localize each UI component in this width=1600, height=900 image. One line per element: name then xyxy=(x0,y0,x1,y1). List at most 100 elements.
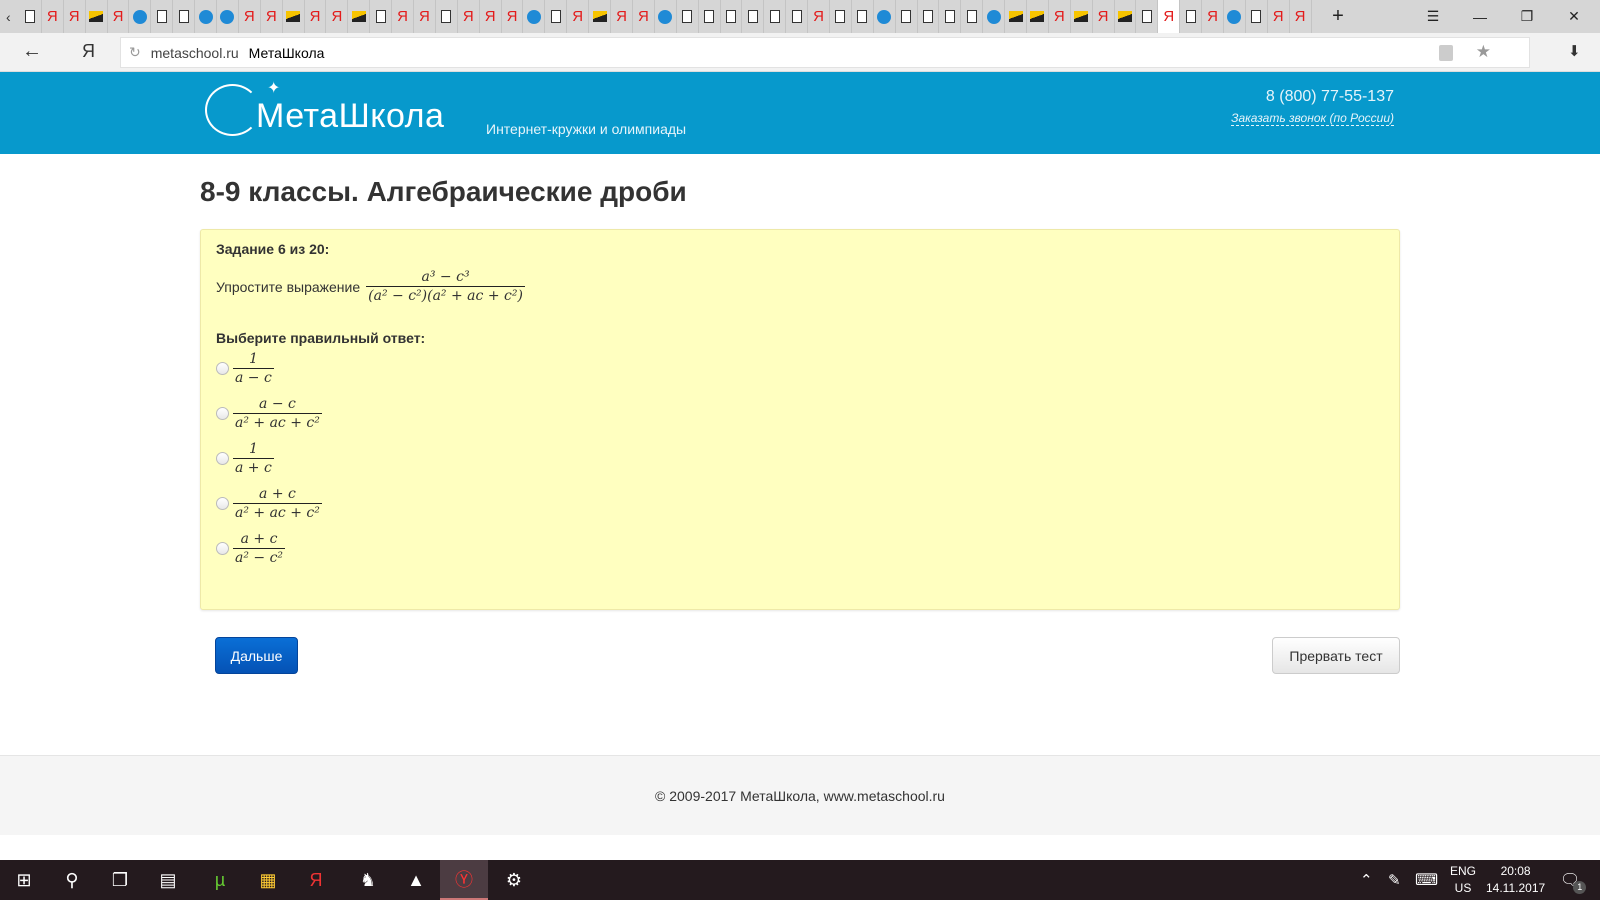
browser-tab[interactable]: Я xyxy=(392,0,415,33)
start-button-windows-icon[interactable]: ⊞ xyxy=(0,860,48,900)
browser-tab[interactable]: Я xyxy=(64,0,86,33)
browser-tab[interactable]: Я xyxy=(261,0,283,33)
language-indicator[interactable]: ENG US xyxy=(1450,860,1476,900)
browser-tab[interactable] xyxy=(86,0,108,33)
browser-tab[interactable] xyxy=(677,0,699,33)
browser-tab[interactable]: Я xyxy=(239,0,261,33)
clock[interactable]: 20:08 14.11.2017 xyxy=(1486,860,1545,900)
browser-tab[interactable]: Я xyxy=(1290,0,1312,33)
browser-tab[interactable] xyxy=(852,0,874,33)
callback-link[interactable]: Заказать звонок (по России) xyxy=(1231,111,1394,126)
site-logo[interactable]: ✦ МетаШкола xyxy=(205,80,444,136)
browser-tab[interactable]: Я xyxy=(1093,0,1115,33)
browser-tab[interactable] xyxy=(173,0,196,33)
browser-tab[interactable] xyxy=(939,0,962,33)
browser-tab[interactable] xyxy=(918,0,940,33)
browser-tab[interactable] xyxy=(830,0,852,33)
radio-button[interactable] xyxy=(216,497,229,510)
browser-tab[interactable] xyxy=(721,0,743,33)
keyboard-icon[interactable]: ⌨ xyxy=(1415,860,1438,900)
store-icon[interactable]: ▦ xyxy=(244,860,292,900)
browser-tab[interactable] xyxy=(742,0,765,33)
app-icon-mascot[interactable]: ♞ xyxy=(344,860,392,900)
browser-tab[interactable] xyxy=(217,0,239,33)
browser-tab[interactable] xyxy=(129,0,152,33)
url-field[interactable]: ↻ metaschool.ru МетаШкола ★ xyxy=(120,37,1530,68)
browser-tab[interactable]: Я xyxy=(108,0,130,33)
browser-tab[interactable] xyxy=(1224,0,1246,33)
download-icon[interactable]: ⬇ xyxy=(1568,42,1581,60)
task-view-icon[interactable]: ❐ xyxy=(96,860,144,900)
pen-icon[interactable]: ✎ xyxy=(1388,860,1401,900)
browser-tab[interactable] xyxy=(1180,0,1203,33)
browser-tab[interactable]: Я xyxy=(1158,0,1181,33)
browser-tab[interactable] xyxy=(545,0,568,33)
browser-tab[interactable] xyxy=(1136,0,1159,33)
back-button[interactable]: ← xyxy=(22,40,42,63)
browser-tab[interactable] xyxy=(589,0,612,33)
browser-tab[interactable] xyxy=(348,0,371,33)
radio-button[interactable] xyxy=(216,407,229,420)
utorrent-icon[interactable]: µ xyxy=(196,860,244,900)
search-icon[interactable]: ⚲ xyxy=(48,860,96,900)
browser-tab[interactable] xyxy=(874,0,896,33)
browser-tab[interactable]: Я xyxy=(458,0,480,33)
browser-tab[interactable]: Я xyxy=(1268,0,1290,33)
browser-tab[interactable]: Я xyxy=(1049,0,1071,33)
browser-tab[interactable] xyxy=(1246,0,1268,33)
close-button[interactable]: ✕ xyxy=(1551,0,1597,33)
browser-tab[interactable] xyxy=(655,0,677,33)
browser-tab[interactable]: Я xyxy=(502,0,524,33)
next-button[interactable]: Дальше xyxy=(215,637,298,674)
browser-tab[interactable] xyxy=(370,0,393,33)
browser-tab[interactable] xyxy=(764,0,787,33)
browser-tab[interactable] xyxy=(786,0,809,33)
browser-tab[interactable] xyxy=(1005,0,1027,33)
app-icon-editor[interactable]: ▤ xyxy=(144,860,192,900)
notifications-icon[interactable]: 🗨 1 xyxy=(1560,860,1587,900)
browser-tab[interactable] xyxy=(983,0,1006,33)
browser-tab[interactable]: Я xyxy=(633,0,655,33)
new-tab-button[interactable]: + xyxy=(1315,0,1361,33)
radio-button[interactable] xyxy=(216,452,229,465)
radio-button[interactable] xyxy=(216,542,229,555)
lock-icon[interactable] xyxy=(1439,45,1453,61)
browser-tab[interactable] xyxy=(699,0,721,33)
minimize-button[interactable]: — xyxy=(1457,0,1503,33)
browser-tab[interactable] xyxy=(151,0,174,33)
browser-tab[interactable]: Я xyxy=(305,0,327,33)
browser-tab[interactable] xyxy=(195,0,218,33)
browser-tab[interactable] xyxy=(1115,0,1137,33)
answer-option[interactable]: 1a − c xyxy=(216,346,1384,391)
abort-test-button[interactable]: Прервать тест xyxy=(1272,637,1400,674)
yandex-browser-icon[interactable]: Ⓨ xyxy=(440,860,488,900)
browser-tab[interactable]: Я xyxy=(326,0,349,33)
browser-tab[interactable]: Я xyxy=(1202,0,1224,33)
browser-tab[interactable] xyxy=(523,0,546,33)
browser-tab[interactable] xyxy=(20,0,42,33)
browser-tab[interactable] xyxy=(896,0,918,33)
radio-button[interactable] xyxy=(216,362,229,375)
answer-option[interactable]: a + c a² + ac + c² xyxy=(216,481,1384,526)
browser-tab[interactable] xyxy=(283,0,305,33)
browser-tab[interactable] xyxy=(1027,0,1049,33)
browser-tab[interactable] xyxy=(1071,0,1093,33)
yandex-app-icon[interactable]: Я xyxy=(292,860,340,900)
browser-tab[interactable]: Я xyxy=(808,0,830,33)
answer-option[interactable]: a − c a² + ac + c² xyxy=(216,391,1384,436)
yandex-button[interactable]: Я xyxy=(82,41,95,62)
browser-tab[interactable]: Я xyxy=(42,0,64,33)
browser-tab[interactable] xyxy=(961,0,984,33)
browser-tab[interactable]: Я xyxy=(480,0,502,33)
reload-icon[interactable]: ↻ xyxy=(129,44,141,61)
browser-tab[interactable]: Я xyxy=(414,0,436,33)
tabs-scroll-left[interactable]: ‹ xyxy=(6,9,20,25)
settings-gear-icon[interactable]: ⚙ xyxy=(490,860,538,900)
restore-button[interactable]: ❐ xyxy=(1504,0,1550,33)
bookmark-star-icon[interactable]: ★ xyxy=(1476,42,1491,62)
show-hidden-icons-chevron[interactable]: ⌃ xyxy=(1360,860,1373,900)
browser-tab[interactable]: Я xyxy=(611,0,633,33)
answer-option[interactable]: 1a + c xyxy=(216,436,1384,481)
answer-option[interactable]: a + c a² − c² xyxy=(216,526,1384,571)
browser-tab[interactable]: Я xyxy=(567,0,590,33)
